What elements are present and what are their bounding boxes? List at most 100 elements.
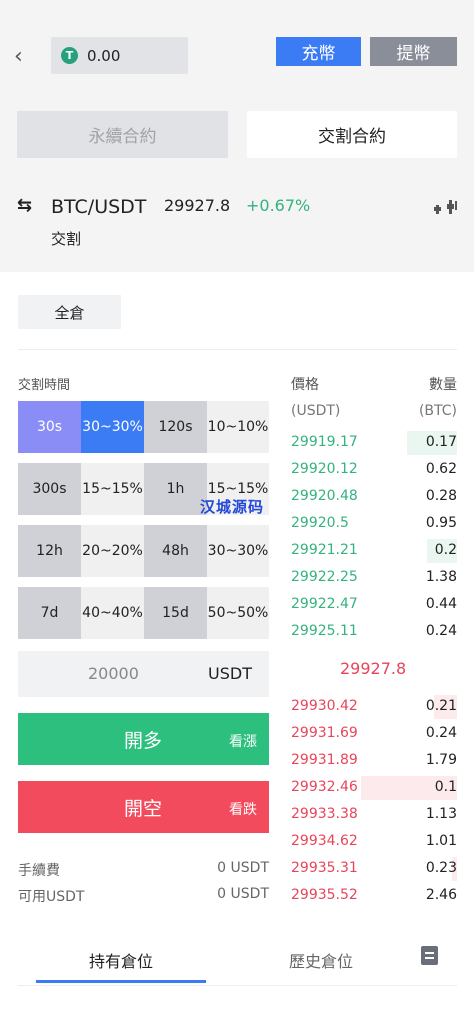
orderbook-qty-header: 數量	[429, 377, 457, 393]
orderbook-row[interactable]: 29932.46 0.1	[291, 776, 457, 800]
available-label: 可用USDT	[18, 889, 85, 905]
orderbook-price: 29919.17	[291, 434, 358, 450]
usdt-icon: T	[61, 47, 78, 64]
time-option-7d[interactable]: 7d	[18, 587, 81, 639]
trading-pair[interactable]: BTC/USDT	[51, 196, 146, 218]
orderbook-row[interactable]: 29935.52 2.46	[291, 884, 457, 908]
margin-mode-button[interactable]: 全倉	[18, 295, 121, 329]
orderbook-price-header: 價格	[291, 377, 319, 393]
orderbook-price: 29931.69	[291, 725, 358, 741]
time-option-12h[interactable]: 12h	[18, 525, 81, 577]
orderbook-price: 29932.46	[291, 779, 358, 795]
tab-holdings[interactable]: 持有倉位	[36, 948, 206, 972]
orderbook-row[interactable]: 29930.42 0.21	[291, 695, 457, 719]
payout-option-120s[interactable]: 10~10%	[207, 401, 269, 453]
orderbook-row[interactable]: 29922.47 0.44	[291, 593, 457, 617]
orderbook-row[interactable]: 29921.21 0.2	[291, 539, 457, 563]
orderbook-row[interactable]: 29920.5 0.95	[291, 512, 457, 536]
bearish-label: 看跌	[229, 801, 257, 817]
orderbook-qty: 0.24	[425, 725, 457, 741]
time-option-1h[interactable]: 1h	[144, 463, 207, 515]
orderbook-row[interactable]: 29934.62 1.01	[291, 830, 457, 854]
back-chevron-icon[interactable]: ‹	[14, 44, 32, 70]
header-panel: ‹ T 0.00 充幣 提幣 永續合約 交割合約 ⇆ BTC/USDT 2992…	[0, 0, 474, 272]
payout-option-300s[interactable]: 15~15%	[81, 463, 144, 515]
orderbook-mid-price: 29927.8	[340, 659, 407, 678]
time-option-48h[interactable]: 48h	[144, 525, 207, 577]
tab-perpetual-contract[interactable]: 永續合約	[17, 111, 228, 158]
payout-option-48h[interactable]: 30~30%	[207, 525, 269, 577]
orderbook-price: 29933.38	[291, 806, 358, 822]
bullish-label: 看漲	[229, 733, 257, 749]
open-short-label: 開空	[124, 799, 163, 820]
time-option-120s[interactable]: 120s	[144, 401, 207, 453]
orderbook-qty: 0.44	[425, 596, 457, 612]
deposit-button[interactable]: 充幣	[276, 37, 361, 66]
orderbook-price: 29930.42	[291, 698, 358, 714]
contract-subtype: 交割	[51, 230, 82, 248]
orderbook-qty: 0.62	[425, 461, 457, 477]
orderbook-qty-unit: (BTC)	[418, 403, 457, 419]
time-option-30s[interactable]: 30s	[18, 401, 81, 453]
watermark-text: 汉城源码	[200, 498, 265, 516]
orderbook-row[interactable]: 29933.38 1.13	[291, 803, 457, 827]
orderbook-price-unit: (USDT)	[291, 403, 341, 419]
orderbook-price: 29922.25	[291, 569, 358, 585]
tab-delivery-contract[interactable]: 交割合約	[247, 111, 457, 158]
orderbook-qty: 0.21	[425, 698, 457, 714]
orderbook-qty: 1.79	[425, 752, 457, 768]
orderbook-qty: 1.13	[425, 806, 457, 822]
orderbook-qty: 0.28	[425, 488, 457, 504]
orderbook-row[interactable]: 29919.17 0.17	[291, 431, 457, 455]
orderbook-price: 29920.12	[291, 461, 358, 477]
orderbook-row[interactable]: 29922.25 1.38	[291, 566, 457, 590]
orderbook-row[interactable]: 29920.48 0.28	[291, 485, 457, 509]
orderbook-qty: 1.01	[425, 833, 457, 849]
amount-unit: USDT	[208, 664, 252, 683]
orderbook-price: 29920.48	[291, 488, 358, 504]
orderbook-qty: 0.1	[434, 779, 457, 795]
divider	[18, 985, 457, 986]
orderbook-qty: 0.95	[425, 515, 457, 531]
orderbook-qty: 2.46	[425, 887, 457, 903]
payout-option-30s[interactable]: 30~30%	[81, 401, 144, 453]
open-short-button[interactable]: 開空 看跌	[18, 781, 269, 833]
time-option-300s[interactable]: 300s	[18, 463, 81, 515]
payout-option-12h[interactable]: 20~20%	[81, 525, 144, 577]
orderbook-price: 29920.5	[291, 515, 349, 531]
orderbook-row[interactable]: 29920.12 0.62	[291, 458, 457, 482]
orderbook-price: 29935.52	[291, 887, 358, 903]
available-value: 0 USDT	[217, 886, 269, 902]
payout-option-7d[interactable]: 40~40%	[81, 587, 144, 639]
chart-settings-icon[interactable]	[434, 197, 458, 217]
orderbook-price: 29934.62	[291, 833, 358, 849]
amount-value: 20000	[88, 664, 139, 683]
swap-pair-icon[interactable]: ⇆	[17, 195, 32, 216]
orderbook-price: 29922.47	[291, 596, 358, 612]
orderbook-price: 29935.31	[291, 860, 358, 876]
open-long-label: 開多	[124, 731, 163, 752]
orderbook-price: 29925.11	[291, 623, 358, 639]
orderbook-price: 29921.21	[291, 542, 358, 558]
tab-history[interactable]: 歷史倉位	[256, 948, 386, 972]
open-long-button[interactable]: 開多 看漲	[18, 713, 269, 765]
amount-input[interactable]: 20000 USDT	[18, 651, 269, 697]
orderbook-row[interactable]: 29925.11 0.24	[291, 620, 457, 644]
withdraw-button[interactable]: 提幣	[370, 37, 457, 66]
divider	[18, 349, 457, 350]
orderbook-row[interactable]: 29935.31 0.23	[291, 857, 457, 881]
orderbook-qty: 0.2	[434, 542, 457, 558]
fee-value: 0 USDT	[217, 860, 269, 876]
tab-active-indicator	[36, 980, 206, 983]
orderbook-row[interactable]: 29931.89 1.79	[291, 749, 457, 773]
balance-value: 0.00	[87, 46, 121, 65]
orderbook-price: 29931.89	[291, 752, 358, 768]
orderbook-qty: 1.38	[425, 569, 457, 585]
orderbook-row[interactable]: 29931.69 0.24	[291, 722, 457, 746]
balance-display: T 0.00	[51, 37, 188, 74]
payout-option-15d[interactable]: 50~50%	[207, 587, 269, 639]
delivery-time-label: 交割時間	[18, 378, 71, 393]
last-price: 29927.8	[164, 196, 231, 215]
time-option-15d[interactable]: 15d	[144, 587, 207, 639]
document-icon[interactable]	[421, 946, 438, 965]
